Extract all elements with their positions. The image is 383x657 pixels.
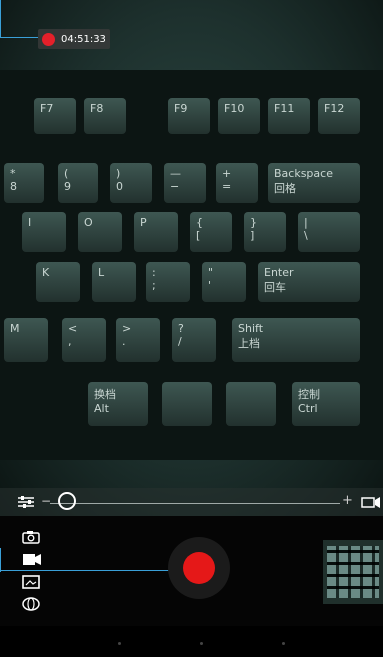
keyboard-key: ) 0 [110,163,152,203]
keyboard-key: > . [116,318,160,362]
keyboard-key: F8 [84,98,126,134]
video-mode-icon[interactable] [22,553,42,566]
sphere-mode-icon[interactable] [22,597,40,611]
annotation-leader-line [0,0,1,38]
keyboard-key: I [22,212,66,252]
keyboard-key: Backspace 回格 [268,163,360,203]
keyboard-key: + = [216,163,258,203]
nav-back-button[interactable] [118,642,121,645]
keyboard-key: K [36,262,80,302]
switch-camera-icon[interactable] [361,495,381,509]
keyboard-key: F7 [34,98,76,134]
keyboard-key: L [92,262,136,302]
keyboard-key: P [134,212,178,252]
keyboard-key: F10 [218,98,260,134]
keyboard-key: 换档 Alt [88,382,148,426]
keyboard-key: Enter 回车 [258,262,360,302]
zoom-slider-knob[interactable] [58,492,76,510]
keyboard-key: } ] [244,212,286,252]
keyboard-key: ( 9 [58,163,98,203]
system-navigation-bar [0,626,383,657]
settings-sliders-icon[interactable] [17,494,35,510]
keyboard-key: O [78,212,122,252]
zoom-slider-track[interactable] [50,503,340,504]
annotation-leader-line [0,548,1,572]
keyboard-key: — − [164,163,206,203]
recording-indicator-icon [42,32,55,46]
keyboard-key: " ' [202,262,246,302]
keyboard-key: ? / [172,318,216,362]
nav-home-button[interactable] [200,642,203,645]
keyboard-key [226,382,276,426]
recording-time: 04:51:33 [61,33,106,45]
keyboard-key: { [ [190,212,232,252]
keyboard-key: M [4,318,48,362]
keyboard-key: * 8 [4,163,44,203]
keyboard-key [162,382,212,426]
keyboard-key: 控制 Ctrl [292,382,360,426]
annotation-leader-line [0,570,183,571]
keyboard-key: F9 [168,98,210,134]
keyboard-key: < , [62,318,106,362]
recording-status: 04:51:33 [38,29,110,49]
nav-recents-button[interactable] [282,642,285,645]
keyboard-key: F12 [318,98,360,134]
keyboard-key: | \ [298,212,360,252]
annotation-leader-line [0,37,38,38]
record-button[interactable] [183,552,215,584]
zoom-in-icon[interactable]: + [342,493,353,508]
photo-mode-icon[interactable] [22,530,40,544]
camera-viewfinder[interactable]: F7 F8 F9 F10 F11 F12 * 8 ( 9 ) 0 — − + = Backspace … [0,0,383,516]
keyboard-key: : ; [146,262,190,302]
zoom-out-icon[interactable]: − [41,494,51,508]
panorama-mode-icon[interactable] [22,575,40,589]
keyboard-key: F11 [268,98,310,134]
gallery-thumbnail[interactable] [323,540,383,604]
keyboard-key: Shift 上档 [232,318,360,362]
